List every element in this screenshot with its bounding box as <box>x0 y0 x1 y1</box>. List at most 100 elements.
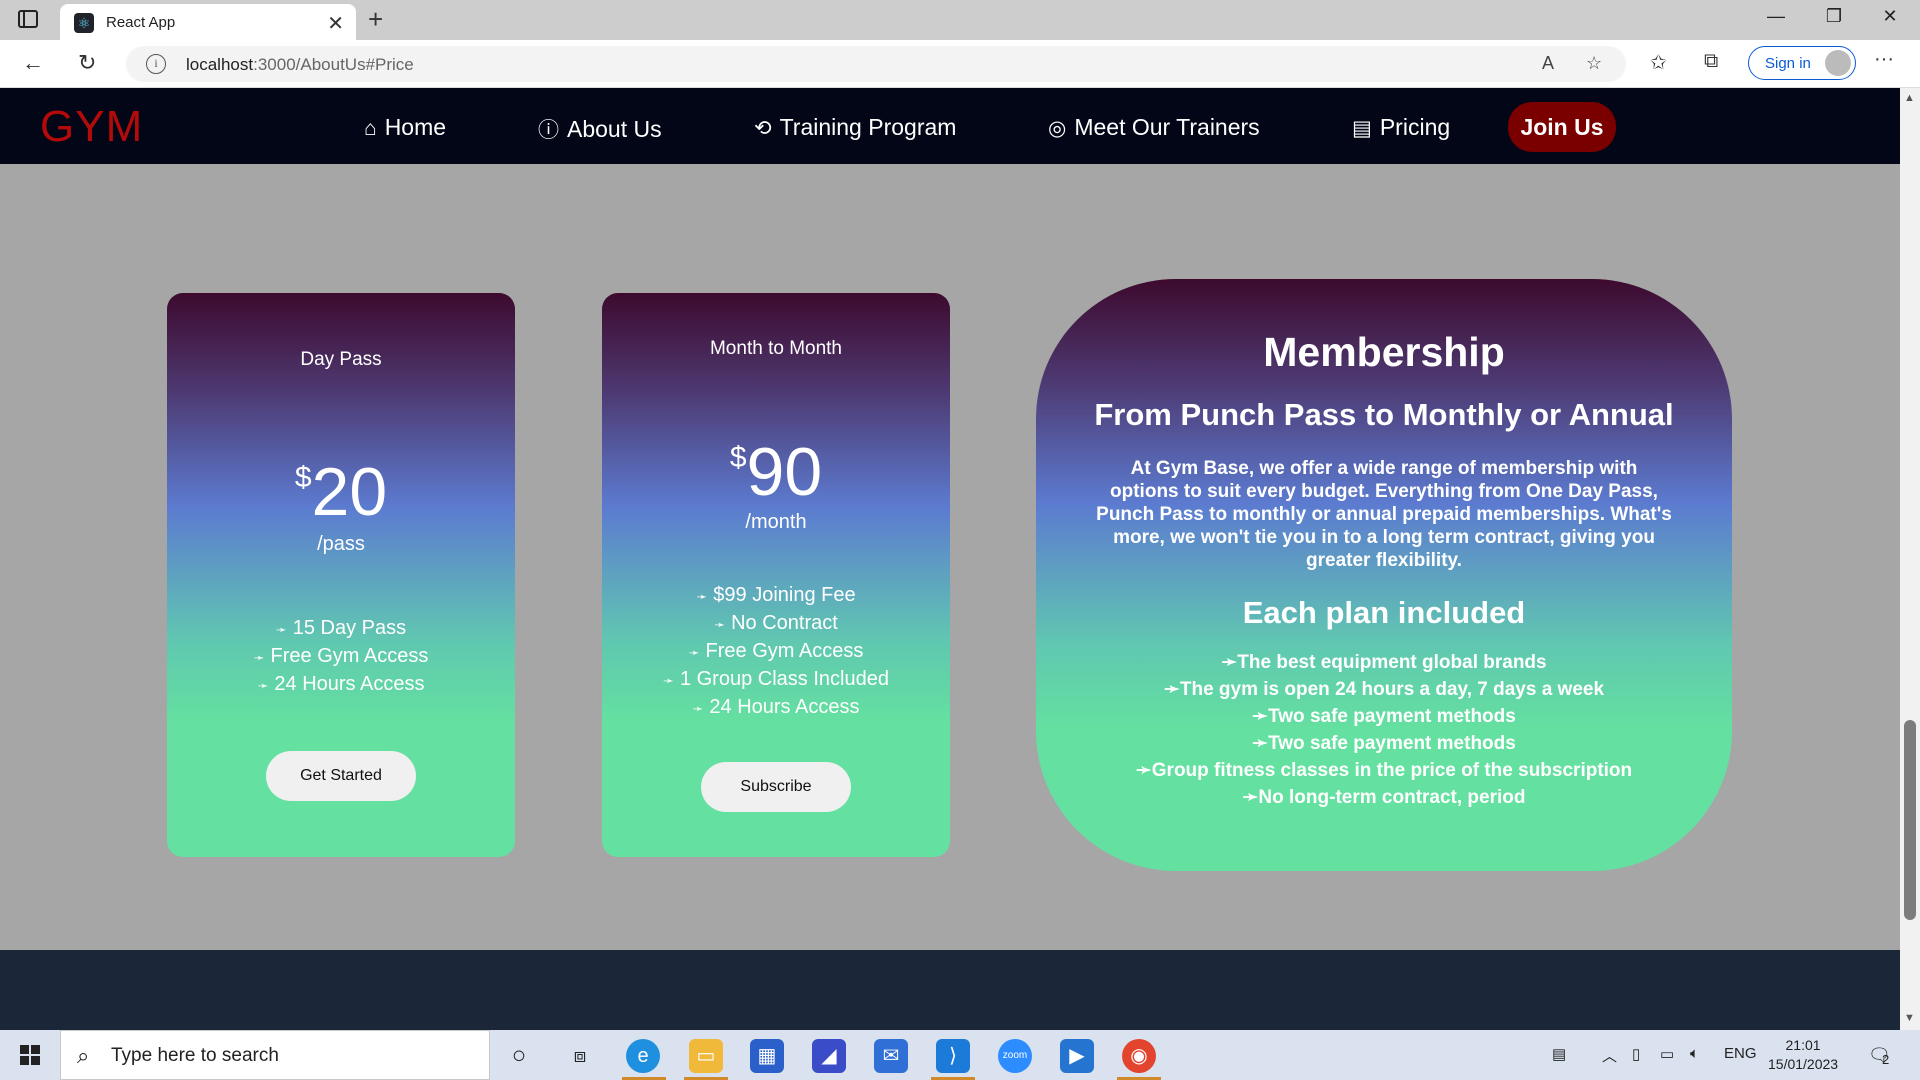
taskbar: ⌕ Type here to search ○ ⧈ e ▭ ▦ ◢ ✉ ⟩ zo… <box>0 1030 1920 1080</box>
battery-icon[interactable]: ▭ <box>1660 1045 1674 1063</box>
back-icon[interactable]: ← <box>22 50 44 76</box>
clock-date: 15/01/2023 <box>1768 1056 1839 1072</box>
tab-title: React App <box>106 14 176 31</box>
feature-item: ➛ Free Gym Access <box>602 638 950 666</box>
device-icon[interactable]: ▯ <box>1632 1045 1640 1063</box>
arrow-icon: ➛ <box>696 589 708 604</box>
price-value: 20 <box>311 454 388 530</box>
feature-item: ➛ 15 Day Pass <box>167 615 515 643</box>
month-to-month-card: Month to Month $90 /month ➛ $99 Joining F… <box>602 293 950 857</box>
notification-count: 2 <box>1882 1052 1890 1067</box>
membership-subtitle: From Punch Pass to Monthly or Annual <box>1094 397 1674 432</box>
arrow-icon: ➛ <box>663 673 674 688</box>
file-explorer-icon[interactable]: ▭ <box>689 1039 723 1073</box>
media-player-icon[interactable]: ▶ <box>1060 1039 1094 1073</box>
scroll-thumb[interactable] <box>1904 720 1916 920</box>
browser-tab[interactable]: ⚛ React App ✕ <box>60 4 356 40</box>
sign-in-label: Sign in <box>1765 55 1811 72</box>
get-started-button[interactable]: Get Started <box>266 751 416 801</box>
refresh-icon[interactable]: ↻ <box>78 50 96 76</box>
training-icon: ⟲ <box>754 117 772 140</box>
volume-icon[interactable]: 🔈︎ <box>1690 1045 1699 1062</box>
feature-list: ➛ 15 Day Pass ➛ Free Gym Access ➛ 24 Hours … <box>167 615 515 699</box>
zoom-icon[interactable]: zoom <box>998 1039 1032 1073</box>
scroll-down-icon[interactable]: ▼ <box>1904 1012 1915 1024</box>
day-pass-card: Day Pass $20 /pass ➛ 15 Day Pass ➛ Free Gy… <box>167 293 515 857</box>
chrome-icon[interactable]: ◉ <box>1122 1039 1156 1073</box>
site-footer <box>0 950 1900 1030</box>
arrow-icon: ➛ <box>1252 706 1269 727</box>
included-item: ➛The gym is open 24 hours a day, 7 days … <box>1163 679 1605 700</box>
arrow-icon: ➛ <box>257 678 269 693</box>
membership-card: Membership From Punch Pass to Monthly or… <box>1036 279 1732 871</box>
currency-symbol: $ <box>729 441 747 474</box>
arrow-icon: ➛ <box>1163 679 1180 700</box>
new-tab-icon[interactable]: + <box>368 4 383 35</box>
arrow-icon: ➛ <box>1242 787 1259 808</box>
windows-start-icon[interactable] <box>20 1045 40 1065</box>
nav-pricing-label: Pricing <box>1379 114 1451 140</box>
site-info-icon[interactable]: i <box>146 54 166 74</box>
react-favicon-icon: ⚛ <box>74 13 94 33</box>
minimize-icon[interactable]: — <box>1756 6 1796 27</box>
add-favorite-icon[interactable]: ☆ <box>1586 53 1602 74</box>
trainers-icon: ◎ <box>1048 117 1067 140</box>
close-window-icon[interactable]: ✕ <box>1870 6 1910 27</box>
arrow-icon: ➛ <box>688 645 700 660</box>
feature-item: ➛ 1 Group Class Included <box>602 666 950 694</box>
feature-item: ➛ 24 Hours Access <box>602 694 950 722</box>
sign-in-button[interactable]: Sign in <box>1748 46 1856 80</box>
tab-actions-icon[interactable] <box>18 10 38 28</box>
show-hidden-icons[interactable]: ︿ <box>1602 1045 1617 1066</box>
tab-close-icon[interactable]: ✕ <box>327 11 344 36</box>
page-scrollbar[interactable]: ▲ ▼ <box>1900 88 1920 1030</box>
site-navbar: GYM ⌂ Home ⓘ About Us ⟲ Training Program ◎ M… <box>0 88 1900 164</box>
arrow-icon: ➛ <box>275 622 287 637</box>
site-logo[interactable]: GYM <box>40 102 143 152</box>
mail-icon[interactable]: ✉ <box>874 1039 908 1073</box>
nav-about-us-label: About Us <box>567 116 662 142</box>
more-menu-icon[interactable]: ··· <box>1874 48 1894 71</box>
arrow-icon: ➛ <box>1252 733 1269 754</box>
feature-item: ➛ Free Gym Access <box>167 643 515 671</box>
cortana-icon[interactable]: ○ <box>502 1039 536 1073</box>
nav-home[interactable]: ⌂ Home <box>364 114 446 141</box>
nav-about-us[interactable]: ⓘ About Us <box>538 114 662 144</box>
vscode-icon[interactable]: ⟩ <box>936 1039 970 1073</box>
favorites-icon[interactable]: ✩ <box>1650 50 1667 75</box>
price-unit: /month <box>745 511 807 533</box>
subscribe-button[interactable]: Subscribe <box>701 762 851 812</box>
url-text: localhost:3000/AboutUs#Price <box>186 55 414 74</box>
task-view-icon[interactable]: ⧈ <box>563 1039 597 1073</box>
plan-name: Month to Month <box>709 338 843 359</box>
nav-meet-our-trainers-label: Meet Our Trainers <box>1074 114 1260 140</box>
taskbar-search[interactable]: ⌕ Type here to search <box>60 1030 490 1080</box>
arrow-icon: ➛ <box>692 701 704 716</box>
included-heading: Each plan included <box>1242 595 1526 630</box>
included-item: ➛Two safe payment methods <box>1252 733 1516 754</box>
clock[interactable]: 21:01 15/01/2023 <box>1768 1036 1838 1074</box>
edge-icon[interactable]: e <box>626 1039 660 1073</box>
price-unit: /pass <box>317 533 365 555</box>
app-icon[interactable]: ◢ <box>812 1039 846 1073</box>
collections-icon[interactable]: ⧉ <box>1704 50 1718 73</box>
join-us-button[interactable]: Join Us <box>1508 102 1616 152</box>
arrow-icon: ➛ <box>1135 760 1152 781</box>
nav-pricing[interactable]: ▤ Pricing <box>1352 114 1450 141</box>
nav-home-label: Home <box>384 114 447 140</box>
search-icon: ⌕ <box>77 1043 90 1068</box>
nav-training-program[interactable]: ⟲ Training Program <box>754 114 956 141</box>
included-item: ➛The best equipment global brands <box>1221 652 1547 673</box>
url-field[interactable]: i localhost:3000/AboutUs#Price A ☆ <box>126 46 1626 82</box>
scroll-up-icon[interactable]: ▲ <box>1904 92 1915 104</box>
pricing-icon: ▤ <box>1352 117 1372 140</box>
membership-title: Membership <box>1263 329 1505 375</box>
news-widget-icon[interactable]: ▤ <box>1552 1045 1566 1063</box>
restore-icon[interactable]: ❐ <box>1814 6 1854 27</box>
included-list: ➛The best equipment global brands ➛The g… <box>1036 649 1732 811</box>
nav-meet-our-trainers[interactable]: ◎ Meet Our Trainers <box>1048 114 1260 141</box>
read-aloud-icon[interactable]: A <box>1542 53 1554 74</box>
search-placeholder: Type here to search <box>111 1045 279 1066</box>
language-indicator[interactable]: ENG <box>1724 1045 1757 1062</box>
store-icon[interactable]: ▦ <box>750 1039 784 1073</box>
